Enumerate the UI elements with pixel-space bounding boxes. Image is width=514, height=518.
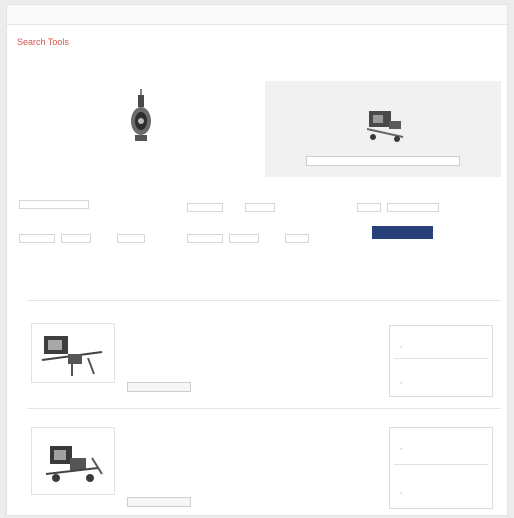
filter-4-input-c[interactable]	[117, 234, 145, 243]
result-card	[27, 300, 501, 408]
side-value-2[interactable]	[400, 490, 402, 495]
filter-1-input[interactable]	[19, 200, 89, 209]
hero-right-button[interactable]	[306, 156, 460, 166]
filter-3-input-b[interactable]	[387, 203, 439, 212]
side-value-2[interactable]	[400, 380, 402, 385]
filter-4-input-b[interactable]	[61, 234, 91, 243]
machine-thumbnail-icon	[45, 446, 103, 482]
filter-5-input-b[interactable]	[229, 234, 259, 243]
side-value-1[interactable]	[400, 446, 402, 451]
result-image[interactable]	[31, 427, 115, 495]
filter-5-input-c[interactable]	[285, 234, 309, 243]
hero-right-panel	[265, 81, 501, 177]
filter-5-input[interactable]	[187, 234, 223, 243]
result-details-button[interactable]	[127, 382, 191, 392]
filter-3-input[interactable]	[357, 203, 381, 212]
result-side-panel	[389, 427, 493, 509]
result-side-panel	[389, 325, 493, 397]
results-list	[27, 300, 501, 514]
search-button[interactable]	[372, 226, 433, 239]
side-value-1[interactable]	[400, 344, 402, 349]
top-nav	[7, 5, 507, 25]
side-divider	[394, 464, 488, 465]
machine-thumbnail-icon	[41, 336, 103, 376]
hero-left-panel	[17, 81, 265, 177]
result-details-button[interactable]	[127, 497, 191, 507]
filter-2-input-b[interactable]	[245, 203, 275, 212]
result-card	[27, 408, 501, 514]
result-image[interactable]	[31, 323, 115, 383]
machine-illustration-icon	[366, 111, 404, 142]
tool-illustration-icon	[131, 89, 151, 141]
page: Search Tools	[6, 4, 508, 516]
filter-4-input[interactable]	[19, 234, 55, 243]
filter-2-input[interactable]	[187, 203, 223, 212]
side-divider	[394, 358, 488, 359]
page-title: Search Tools	[17, 37, 69, 47]
